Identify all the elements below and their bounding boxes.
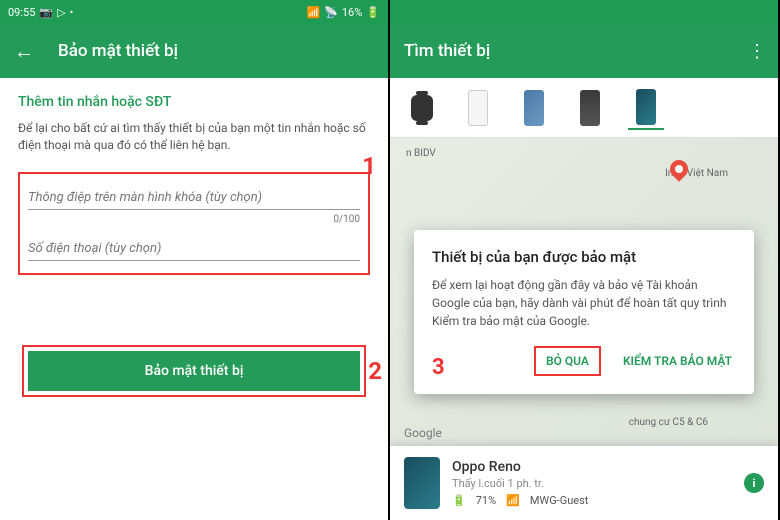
- app-header: Tìm thiết bị ⋮: [390, 24, 778, 78]
- map-label-bidv: n BIDV: [406, 148, 436, 159]
- info-badge[interactable]: i: [744, 473, 764, 493]
- status-bar: [390, 0, 778, 24]
- secure-button-group: 2 Bảo mật thiết bị: [22, 345, 366, 397]
- battery-text: 16%: [342, 6, 362, 19]
- section-description: Để lại cho bất cứ ai tìm thấy thiết bị c…: [18, 120, 370, 154]
- input-group: 1 0/100: [18, 172, 370, 275]
- camera-icon: 📷: [39, 6, 53, 19]
- device-info-card[interactable]: Oppo Reno Thấy l.cuối 1 ph. tr. 🔋 71% 📶 …: [390, 446, 778, 520]
- dialog-title: Thiết bị của bạn được bảo mật: [432, 248, 736, 266]
- device-name: Oppo Reno: [452, 459, 732, 475]
- lockscreen-message-input[interactable]: [28, 190, 360, 205]
- wifi-icon: 📶: [506, 494, 520, 507]
- header-title: Tìm thiết bị: [404, 41, 490, 61]
- google-logo: Google: [404, 426, 442, 440]
- device-thumbnail: [404, 457, 440, 509]
- app-header: ← Bảo mật thiết bị: [0, 24, 388, 78]
- section-title: Thêm tin nhắn hoặc SĐT: [18, 94, 370, 110]
- screen-secure-device: 09:55 📷 ▷ • 📶 📡 16% 🔋 ← Bảo mật thiết bị…: [0, 0, 390, 520]
- annotation-1: 1: [362, 152, 376, 180]
- battery-icon: 🔋: [366, 6, 380, 19]
- device-phone-1[interactable]: [460, 86, 496, 130]
- signal-icon: 📡: [324, 6, 338, 19]
- map-pin-icon: [670, 160, 688, 184]
- dialog-text: Để xem lại hoạt động gần đây và bảo vệ T…: [432, 276, 736, 330]
- battery-level: 71%: [476, 494, 496, 507]
- security-check-button[interactable]: KIỂM TRA BẢO MẬT: [619, 346, 736, 376]
- device-last-seen: Thấy l.cuối 1 ph. tr.: [452, 477, 732, 490]
- secure-device-button[interactable]: Bảo mật thiết bị: [28, 351, 360, 391]
- device-phone-3[interactable]: [572, 86, 608, 130]
- wifi-icon: 📶: [306, 6, 320, 19]
- device-phone-4-active[interactable]: [628, 86, 664, 130]
- phone-number-input[interactable]: [28, 241, 360, 256]
- dot-icon: •: [70, 6, 74, 19]
- devices-bar: [390, 78, 778, 138]
- status-bar: 09:55 📷 ▷ • 📶 📡 16% 🔋: [0, 0, 388, 24]
- security-dialog: Thiết bị của bạn được bảo mật Để xem lại…: [414, 230, 754, 394]
- device-watch[interactable]: [404, 86, 440, 130]
- skip-button[interactable]: BỎ QUA: [542, 350, 593, 372]
- header-title: Bảo mật thiết bị: [58, 41, 178, 61]
- battery-icon: 🔋: [452, 494, 466, 507]
- device-phone-2[interactable]: [516, 86, 552, 130]
- map-label-chungcu: chung cư C5 & C6: [629, 417, 708, 428]
- status-time: 09:55: [8, 6, 35, 19]
- screen-find-device: Tìm thiết bị ⋮ n BIDV Intel Việt Nam chu…: [390, 0, 780, 520]
- menu-icon[interactable]: ⋮: [748, 41, 764, 62]
- play-icon: ▷: [57, 6, 65, 19]
- wifi-name: MWG-Guest: [530, 494, 589, 507]
- annotation-2: 2: [368, 357, 382, 385]
- char-counter: 0/100: [28, 214, 360, 225]
- back-icon[interactable]: ←: [14, 39, 34, 64]
